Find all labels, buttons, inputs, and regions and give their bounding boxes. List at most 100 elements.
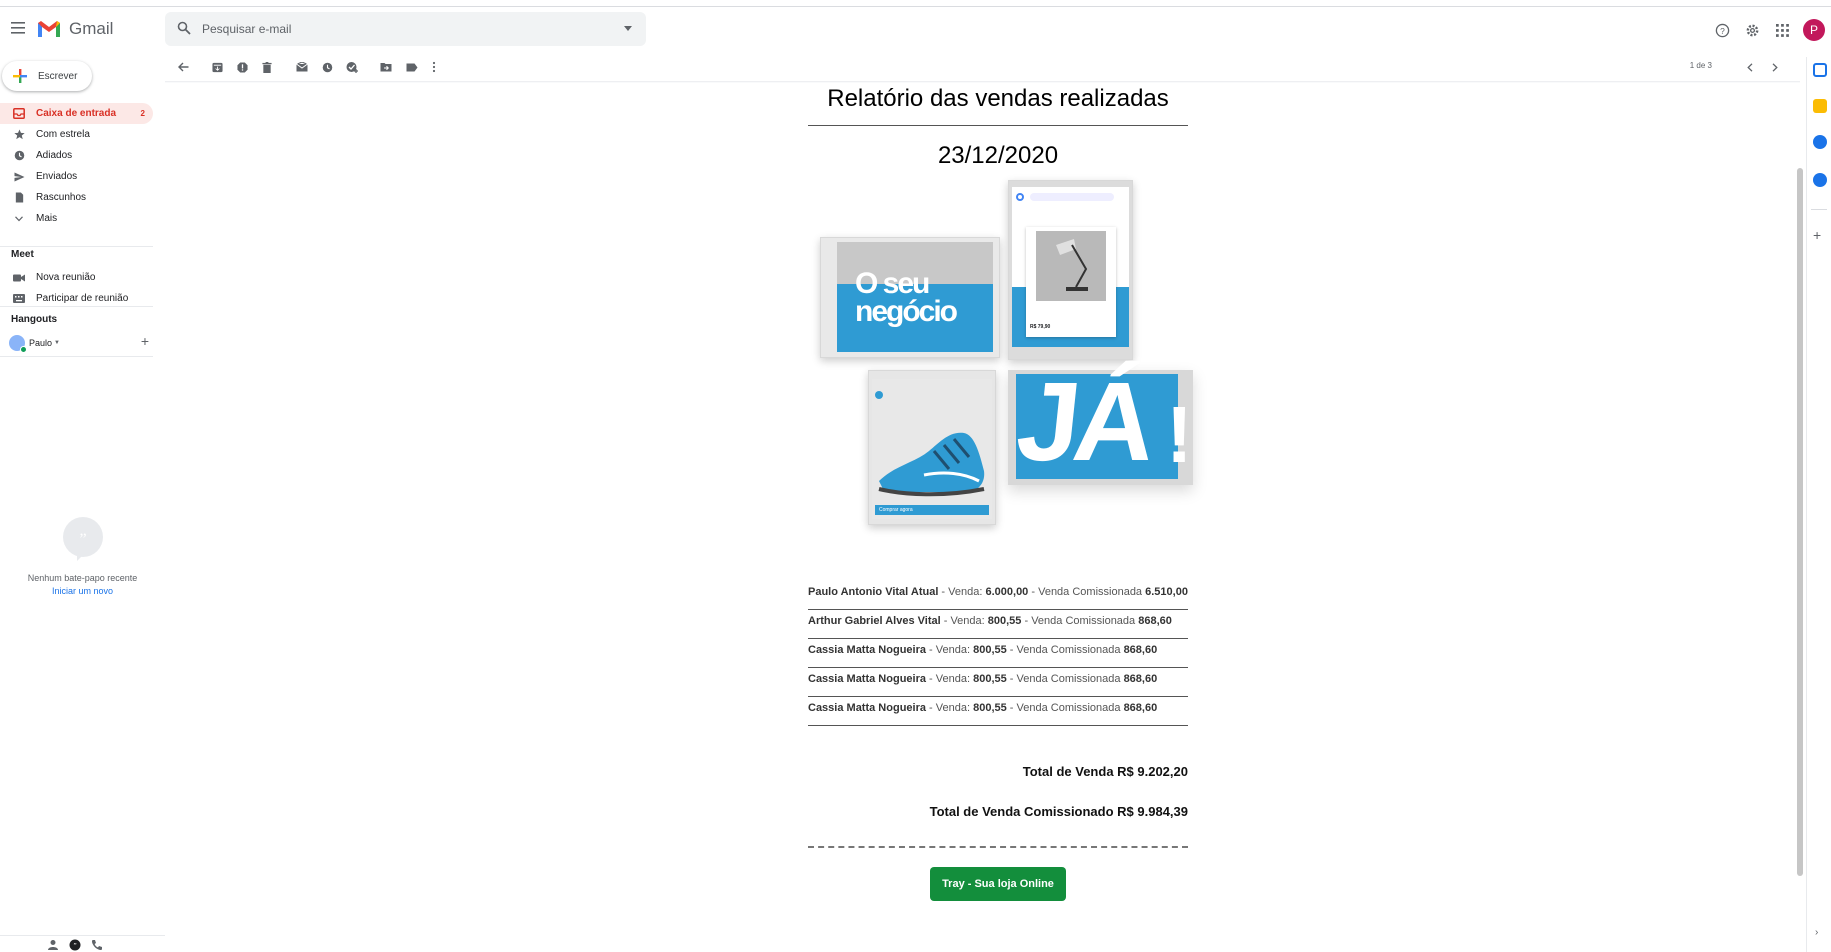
svg-text:”: ” (73, 942, 76, 950)
svg-text:”: ” (79, 531, 86, 548)
gear-icon (1746, 24, 1758, 36)
hero-text-line1: O seu (855, 267, 930, 300)
chevron-down-icon (12, 212, 26, 226)
search-input[interactable] (202, 12, 602, 46)
nav-item-inbox[interactable]: Caixa de entrada 2 (0, 103, 153, 124)
mark-unread-button[interactable] (292, 57, 312, 77)
chevron-down-icon[interactable]: ▼ (54, 340, 60, 346)
totals: Total de Venda R$ 9.202,20 Total de Vend… (808, 764, 1188, 844)
contacts-icon[interactable] (1813, 173, 1827, 187)
person-icon[interactable] (47, 939, 59, 951)
buy-now-button[interactable]: Comprar agora (875, 505, 989, 515)
apps-button[interactable] (1769, 17, 1795, 43)
chat-bubble-icon: ” (62, 517, 103, 561)
email-body: Relatório das vendas realizadas 23/12/20… (808, 85, 1193, 901)
trash-icon (262, 61, 272, 73)
message-toolbar: 1 de 3 (165, 57, 1800, 83)
chevron-right-icon[interactable]: › (1815, 927, 1818, 938)
hero-card-shoe-screen: Comprar agora (872, 379, 992, 519)
nav-item-starred[interactable]: Com estrela (0, 124, 153, 145)
google-icon (1016, 193, 1024, 201)
list-item: Cassia Matta Nogueira - Venda: 800,55 - … (808, 697, 1188, 726)
meet-section-title: Meet (11, 249, 34, 260)
settings-button[interactable] (1739, 17, 1765, 43)
gmail-logo[interactable]: Gmail (37, 19, 113, 39)
clock-icon (322, 62, 332, 72)
sidebar: Escrever Caixa de entrada 2 Com estrela … (0, 57, 165, 952)
back-button[interactable] (173, 57, 193, 77)
nav-item-label: Nova reunião (36, 272, 96, 283)
commission-label: Venda Comissionada (1016, 673, 1121, 685)
apps-grid-icon (1775, 23, 1789, 37)
list-item: Arthur Gabriel Alves Vital - Venda: 800,… (808, 610, 1188, 639)
seller-name: Arthur Gabriel Alves Vital (808, 615, 941, 627)
commission-value: 6.510,00 (1145, 586, 1188, 598)
search-icon[interactable] (177, 21, 191, 35)
calendar-icon[interactable] (1813, 63, 1827, 77)
move-to-button[interactable] (376, 57, 396, 77)
chevron-right-icon (1772, 62, 1778, 72)
scrollbar[interactable] (1797, 168, 1803, 876)
arrow-left-icon (177, 62, 188, 72)
nav-item-label: Enviados (36, 171, 78, 182)
labels-button[interactable] (402, 57, 422, 77)
nav-item-snoozed[interactable]: Adiados (0, 145, 153, 166)
account-avatar[interactable]: P (1803, 19, 1825, 41)
spam-icon (236, 61, 248, 73)
keep-icon[interactable] (1813, 99, 1827, 113)
video-icon (12, 271, 26, 285)
hero-image: O seu negócio R$ 79,90 Comprar agora JÁ … (803, 180, 1193, 575)
start-new-chat-link[interactable]: Iniciar um novo (0, 586, 165, 596)
gmail-m-icon (38, 21, 60, 37)
email-title: Relatório das vendas realizadas (827, 85, 1169, 112)
search-options-icon[interactable] (624, 26, 632, 31)
sale-label: Venda: (935, 673, 971, 685)
commission-value: 868,60 (1123, 702, 1158, 714)
avatar (9, 335, 27, 353)
mail-nav: Caixa de entrada 2 Com estrela Adiados E… (0, 103, 153, 229)
main-menu-button[interactable] (6, 16, 30, 40)
mail-icon (296, 62, 308, 72)
hangouts-user-name: Paulo (29, 338, 53, 348)
keyboard-icon (12, 292, 26, 306)
nav-item-label: Caixa de entrada (36, 108, 117, 119)
snooze-button[interactable] (317, 57, 337, 77)
tasks-icon[interactable] (1813, 135, 1827, 149)
header: Gmail ? P (0, 7, 1831, 57)
older-button[interactable] (1765, 57, 1785, 77)
phone-icon[interactable] (91, 939, 103, 951)
commission-value: 868,60 (1123, 673, 1158, 685)
nav-item-sent[interactable]: Enviados (0, 166, 153, 187)
hangouts-section-title: Hangouts (11, 314, 58, 325)
meet-new-meeting[interactable]: Nova reunião (0, 267, 153, 288)
lamp-image (1036, 231, 1106, 301)
archive-button[interactable] (207, 57, 227, 77)
tray-store-button[interactable]: Tray - Sua loja Online (930, 867, 1066, 901)
add-chat-button[interactable]: + (141, 333, 149, 349)
search-bar[interactable] (165, 12, 646, 46)
compose-button[interactable]: Escrever (2, 61, 92, 91)
support-button[interactable]: ? (1709, 17, 1735, 43)
newer-button[interactable] (1740, 57, 1760, 77)
hero-exclaim-text: ! (1166, 390, 1193, 479)
toolbar-shadow (165, 81, 1800, 83)
hangouts-icon[interactable]: ” (69, 939, 81, 951)
unread-count: 2 (140, 109, 145, 118)
sale-label: Venda: (950, 615, 985, 627)
hero-card-business: O seu negócio (820, 237, 1000, 358)
header-actions: ? P (1709, 17, 1831, 43)
nav-item-drafts[interactable]: Rascunhos (0, 187, 153, 208)
add-on-plus-icon[interactable]: + (1813, 227, 1821, 243)
add-to-tasks-button[interactable] (342, 57, 362, 77)
more-actions-button[interactable] (424, 57, 444, 77)
dashed-divider (808, 846, 1188, 848)
delete-button[interactable] (257, 57, 277, 77)
nav-item-more[interactable]: Mais (0, 208, 153, 229)
no-chat-text: Nenhum bate-papo recente (27, 573, 138, 583)
sidebar-divider (0, 356, 153, 357)
sale-value: 6.000,00 (985, 586, 1029, 598)
hangouts-user[interactable]: Paulo ▼ + (9, 333, 149, 353)
app-name: Gmail (69, 19, 114, 38)
chevron-left-icon (1747, 62, 1753, 72)
report-spam-button[interactable] (232, 57, 252, 77)
